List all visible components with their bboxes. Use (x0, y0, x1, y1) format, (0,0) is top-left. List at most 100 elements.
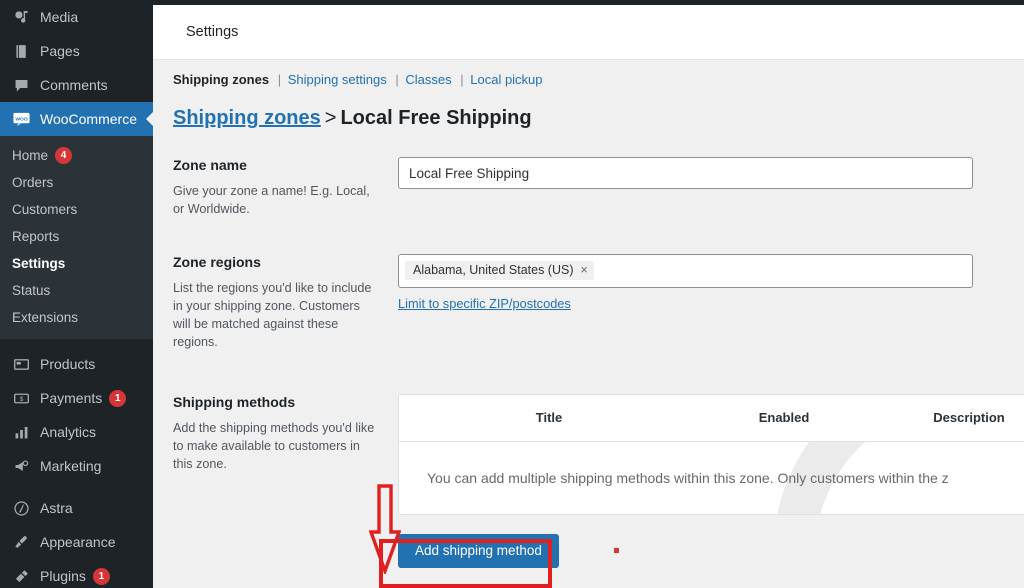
appearance-icon (11, 532, 31, 552)
sidebar-item-products[interactable]: Products (0, 347, 153, 381)
analytics-icon (11, 422, 31, 442)
sidebar-item-label: Plugins (40, 568, 86, 584)
payments-count-badge: 1 (109, 389, 127, 407)
plugins-icon (11, 566, 31, 586)
woocommerce-submenu: Home 4 Orders Customers Reports Settings… (0, 136, 153, 339)
submenu-item-customers[interactable]: Customers (0, 196, 153, 223)
zone-regions-label: Zone regions (173, 253, 261, 270)
sidebar-item-label: Payments (40, 390, 103, 406)
submenu-item-label: Home (12, 148, 49, 163)
sidebar-item-label: Analytics (40, 424, 97, 440)
subnav-item-local-pickup[interactable]: Local pickup (470, 72, 542, 87)
column-header-description: Description (933, 410, 1005, 425)
add-shipping-method-button[interactable]: Add shipping method (398, 533, 559, 568)
region-chip-label: Alabama, United States (US) (413, 263, 574, 277)
breadcrumb-separator: > (324, 107, 337, 129)
shipping-methods-row: Shipping methods Add the shipping method… (173, 393, 1024, 568)
comments-icon (11, 75, 31, 95)
sidebar-item-plugins[interactable]: Plugins 1 (0, 559, 153, 588)
sidebar-item-appearance[interactable]: Appearance (0, 525, 153, 559)
svg-text:$: $ (19, 396, 23, 403)
shipping-methods-table: Title Enabled Description You can add mu… (398, 393, 1024, 515)
sidebar-item-label: Comments (40, 77, 108, 93)
submenu-item-settings[interactable]: Settings (0, 250, 153, 277)
plugins-count-badge: 1 (92, 567, 110, 585)
sidebar-item-label: WooCommerce (40, 111, 137, 127)
submenu-item-status[interactable]: Status (0, 277, 153, 304)
zone-name-input[interactable]: Local Free Shipping (398, 157, 973, 189)
sidebar-item-label: Pages (40, 43, 80, 59)
sidebar-item-comments[interactable]: Comments (0, 68, 153, 102)
sidebar-item-label: Astra (40, 500, 73, 516)
sidebar-divider-2 (0, 483, 153, 491)
sidebar-item-marketing[interactable]: Marketing (0, 449, 153, 483)
page-title: Settings (186, 24, 239, 40)
breadcrumb-link-shipping-zones[interactable]: Shipping zones (173, 107, 321, 129)
table-header-row: Title Enabled Description (399, 394, 1024, 442)
home-count-badge: 4 (55, 147, 73, 164)
submenu-item-label: Settings (12, 256, 66, 271)
shipping-methods-label-col: Shipping methods Add the shipping method… (173, 394, 398, 474)
submenu-item-reports[interactable]: Reports (0, 223, 153, 250)
zone-regions-label-col: Zone regions List the regions you'd like… (173, 254, 398, 352)
submenu-item-label: Status (12, 283, 51, 298)
zone-regions-row: Zone regions List the regions you'd like… (173, 253, 1024, 352)
sidebar-item-label: Products (40, 356, 96, 372)
annotation-dot (613, 548, 619, 554)
table-empty-text: You can add multiple shipping methods wi… (427, 469, 949, 486)
shipping-methods-description: Add the shipping methods you'd like to m… (173, 420, 375, 472)
subnav-item-shipping-zones[interactable]: Shipping zones (173, 72, 269, 87)
pages-icon (11, 41, 31, 61)
submenu-item-label: Orders (12, 175, 54, 190)
sidebar-item-woocommerce[interactable]: WOO WooCommerce (0, 102, 153, 136)
sidebar-item-label: Appearance (40, 534, 116, 550)
breadcrumb-current: Local Free Shipping (340, 107, 532, 129)
payments-icon: $ (11, 388, 31, 408)
products-icon (11, 354, 31, 374)
submenu-item-home[interactable]: Home 4 (0, 142, 153, 169)
page-header-bar: Settings (153, 5, 1024, 60)
region-chip[interactable]: Alabama, United States (US) × (405, 261, 594, 280)
subnav-item-classes[interactable]: Classes (405, 72, 451, 87)
zone-name-description: Give your zone a name! E.g. Local, or Wo… (173, 184, 370, 217)
close-icon[interactable]: × (581, 263, 588, 277)
submenu-item-label: Reports (12, 229, 60, 244)
submenu-item-label: Extensions (12, 310, 79, 325)
zone-name-label-col: Zone name Give your zone a name! E.g. Lo… (173, 157, 398, 219)
astra-icon (11, 498, 31, 518)
sidebar-item-payments[interactable]: $ Payments 1 (0, 381, 153, 415)
zone-regions-field-col: Alabama, United States (US) × Limit to s… (398, 253, 1024, 313)
shipping-subnav: Shipping zones | Shipping settings | Cla… (173, 60, 1024, 93)
shipping-methods-label: Shipping methods (173, 393, 296, 410)
column-header-title: Title (535, 410, 563, 425)
breadcrumb: Shipping zones > Local Free Shipping (173, 93, 1024, 130)
zone-regions-select[interactable]: Alabama, United States (US) × (398, 253, 973, 288)
main-content-column: Settings Shipping zones | Shipping setti… (153, 0, 1024, 588)
subnav-separator: | (277, 72, 282, 87)
sidebar-divider (0, 339, 153, 347)
sidebar-item-astra[interactable]: Astra (0, 491, 153, 525)
add-method-actions: Add shipping method (398, 533, 1024, 568)
subnav-item-shipping-settings[interactable]: Shipping settings (288, 72, 387, 87)
zone-name-row: Zone name Give your zone a name! E.g. Lo… (173, 157, 1024, 219)
admin-sidebar: Media Pages Comments WOO WooCommerce Hom… (0, 0, 153, 588)
table-empty-row: You can add multiple shipping methods wi… (399, 441, 1024, 514)
sidebar-item-media[interactable]: Media (0, 0, 153, 34)
sidebar-item-label: Marketing (40, 458, 102, 474)
submenu-item-orders[interactable]: Orders (0, 169, 153, 196)
settings-content-area: Shipping zones | Shipping settings | Cla… (153, 60, 1024, 577)
sidebar-item-analytics[interactable]: Analytics (0, 415, 153, 449)
subnav-separator: | (460, 72, 464, 87)
column-header-enabled: Enabled (758, 410, 810, 425)
zone-name-label: Zone name (173, 157, 247, 173)
zone-name-field-col: Local Free Shipping (398, 157, 1024, 189)
marketing-icon (11, 456, 31, 476)
subnav-separator: | (395, 72, 399, 87)
limit-zip-postcodes-link[interactable]: Limit to specific ZIP/postcodes (398, 296, 571, 311)
submenu-item-extensions[interactable]: Extensions (0, 304, 153, 331)
submenu-item-label: Customers (12, 202, 78, 217)
sidebar-item-label: Media (40, 9, 79, 25)
zone-regions-description: List the regions you'd like to include i… (173, 280, 372, 350)
sidebar-item-pages[interactable]: Pages (0, 34, 153, 68)
woocommerce-icon: WOO (11, 109, 31, 129)
